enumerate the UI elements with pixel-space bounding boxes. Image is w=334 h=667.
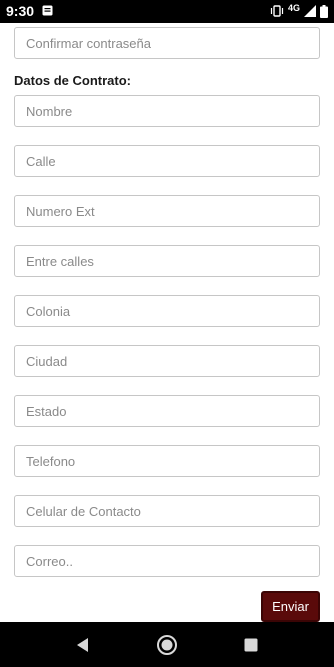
navigation-bar bbox=[0, 622, 334, 667]
phone-field[interactable] bbox=[14, 445, 320, 477]
battery-icon bbox=[320, 4, 328, 18]
network-type: 4G bbox=[287, 3, 300, 13]
message-icon bbox=[42, 5, 53, 16]
back-icon[interactable] bbox=[72, 634, 94, 656]
email-input[interactable] bbox=[15, 546, 319, 576]
state-field[interactable] bbox=[14, 395, 320, 427]
confirm-password-input[interactable] bbox=[15, 28, 319, 58]
email-field[interactable] bbox=[14, 545, 320, 577]
neighborhood-field[interactable] bbox=[14, 295, 320, 327]
recents-icon[interactable] bbox=[240, 634, 262, 656]
city-input[interactable] bbox=[15, 346, 319, 376]
submit-button[interactable]: Enviar bbox=[261, 591, 320, 622]
vibrate-icon bbox=[270, 5, 284, 17]
name-field[interactable] bbox=[14, 95, 320, 127]
status-bar: 9:30 4G bbox=[0, 0, 334, 23]
street-field[interactable] bbox=[14, 145, 320, 177]
home-icon[interactable] bbox=[156, 634, 178, 656]
contract-section-title: Datos de Contrato: bbox=[14, 73, 131, 88]
contact-mobile-input[interactable] bbox=[15, 496, 319, 526]
street-input[interactable] bbox=[15, 146, 319, 176]
city-field[interactable] bbox=[14, 345, 320, 377]
contact-mobile-field[interactable] bbox=[14, 495, 320, 527]
form-content[interactable]: Datos de Contrato: Enviar bbox=[0, 23, 334, 622]
cross-streets-field[interactable] bbox=[14, 245, 320, 277]
state-input[interactable] bbox=[15, 396, 319, 426]
confirm-password-field[interactable] bbox=[14, 27, 320, 59]
signal-icon bbox=[304, 5, 316, 17]
ext-number-input[interactable] bbox=[15, 196, 319, 226]
name-input[interactable] bbox=[15, 96, 319, 126]
status-time: 9:30 bbox=[6, 3, 35, 19]
phone-input[interactable] bbox=[15, 446, 319, 476]
cross-streets-input[interactable] bbox=[15, 246, 319, 276]
neighborhood-input[interactable] bbox=[15, 296, 319, 326]
ext-number-field[interactable] bbox=[14, 195, 320, 227]
status-icons: 4G bbox=[270, 3, 328, 18]
